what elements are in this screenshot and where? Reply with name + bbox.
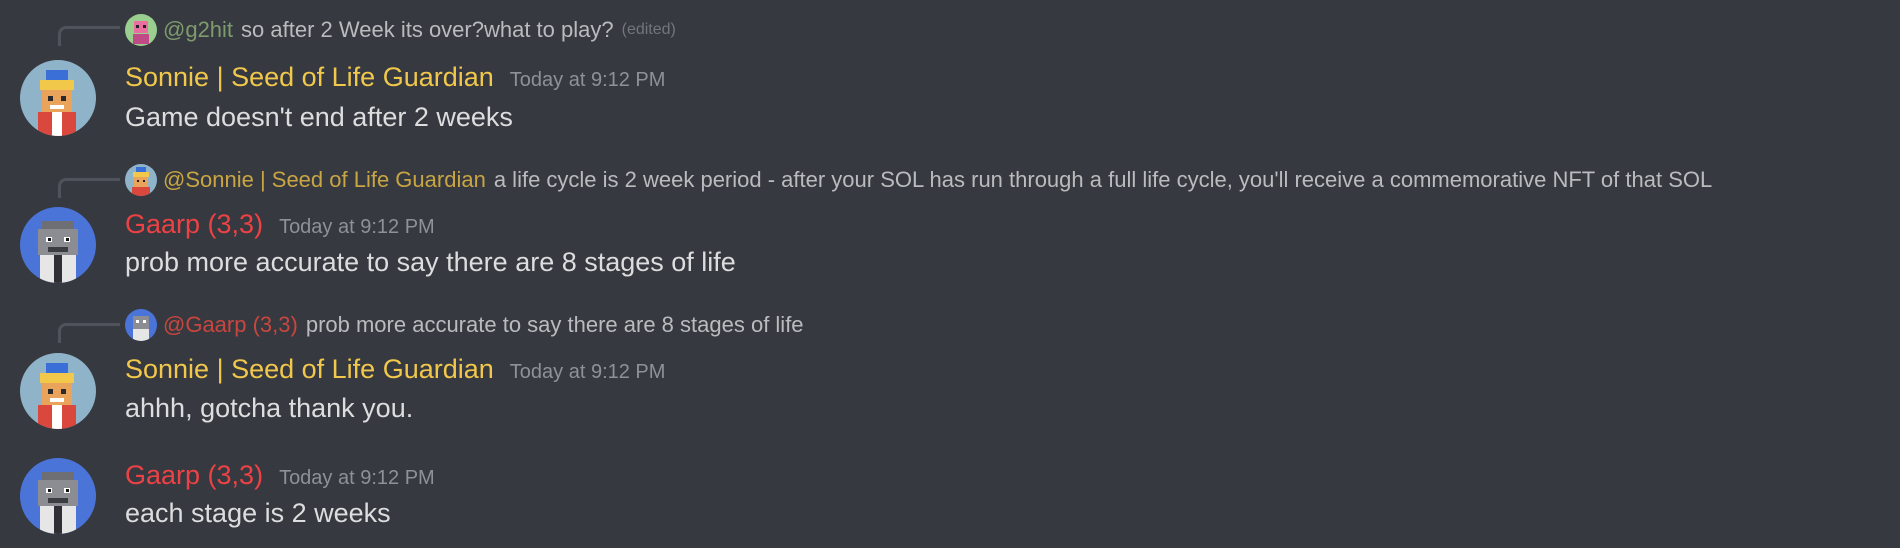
message-group: @Sonnie | Seed of Life Guardian a life c… <box>0 145 1900 290</box>
message-content: prob more accurate to say there are 8 st… <box>125 247 736 277</box>
gaarp-avatar-icon[interactable] <box>20 207 96 283</box>
g2hit-avatar-icon[interactable] <box>125 14 157 46</box>
timestamp[interactable]: Today at 9:12 PM <box>510 361 666 384</box>
message-content: each stage is 2 weeks <box>125 498 391 528</box>
timestamp[interactable]: Today at 9:12 PM <box>279 216 435 239</box>
sonnie-avatar-icon[interactable] <box>20 353 96 429</box>
sonnie-avatar-icon[interactable] <box>125 164 157 196</box>
reply-mention[interactable]: @Sonnie | Seed of Life Guardian <box>163 167 486 193</box>
message-group: @Gaarp (3,3) prob more accurate to say t… <box>0 290 1900 435</box>
username[interactable]: Sonnie | Seed of Life Guardian <box>125 354 494 385</box>
reply-connector <box>58 26 120 46</box>
reply-preview[interactable]: @g2hit so after 2 Week its over?what to … <box>125 13 676 47</box>
message-header: Sonnie | Seed of Life Guardian Today at … <box>125 354 665 388</box>
username[interactable]: Gaarp (3,3) <box>125 460 263 491</box>
timestamp[interactable]: Today at 9:12 PM <box>279 467 435 490</box>
reply-preview[interactable]: @Gaarp (3,3) prob more accurate to say t… <box>125 308 804 342</box>
reply-mention[interactable]: @Gaarp (3,3) <box>163 312 298 338</box>
message-content: Game doesn't end after 2 weeks <box>125 102 513 132</box>
reply-text[interactable]: prob more accurate to say there are 8 st… <box>306 312 804 338</box>
sonnie-avatar-icon[interactable] <box>20 60 96 136</box>
username[interactable]: Sonnie | Seed of Life Guardian <box>125 62 494 93</box>
message-group: Gaarp (3,3) Today at 9:12 PM each stage … <box>0 435 1900 548</box>
reply-text[interactable]: a life cycle is 2 week period - after yo… <box>494 167 1712 193</box>
reply-text[interactable]: so after 2 Week its over?what to play? <box>241 17 614 43</box>
gaarp-avatar-icon[interactable] <box>125 309 157 341</box>
message-group: @g2hit so after 2 Week its over?what to … <box>0 0 1900 145</box>
reply-connector <box>58 323 120 343</box>
timestamp[interactable]: Today at 9:12 PM <box>510 69 666 92</box>
reply-connector <box>58 178 120 198</box>
username[interactable]: Gaarp (3,3) <box>125 209 263 240</box>
message-content: ahhh, gotcha thank you. <box>125 393 414 423</box>
chat-messages: @g2hit so after 2 Week its over?what to … <box>0 0 1900 548</box>
message-header: Gaarp (3,3) Today at 9:12 PM <box>125 460 435 494</box>
gaarp-avatar-icon[interactable] <box>20 458 96 534</box>
reply-mention[interactable]: @g2hit <box>163 17 233 43</box>
edited-label: (edited) <box>621 21 676 38</box>
reply-preview[interactable]: @Sonnie | Seed of Life Guardian a life c… <box>125 163 1712 197</box>
message-header: Sonnie | Seed of Life Guardian Today at … <box>125 62 665 96</box>
message-header: Gaarp (3,3) Today at 9:12 PM <box>125 209 435 243</box>
